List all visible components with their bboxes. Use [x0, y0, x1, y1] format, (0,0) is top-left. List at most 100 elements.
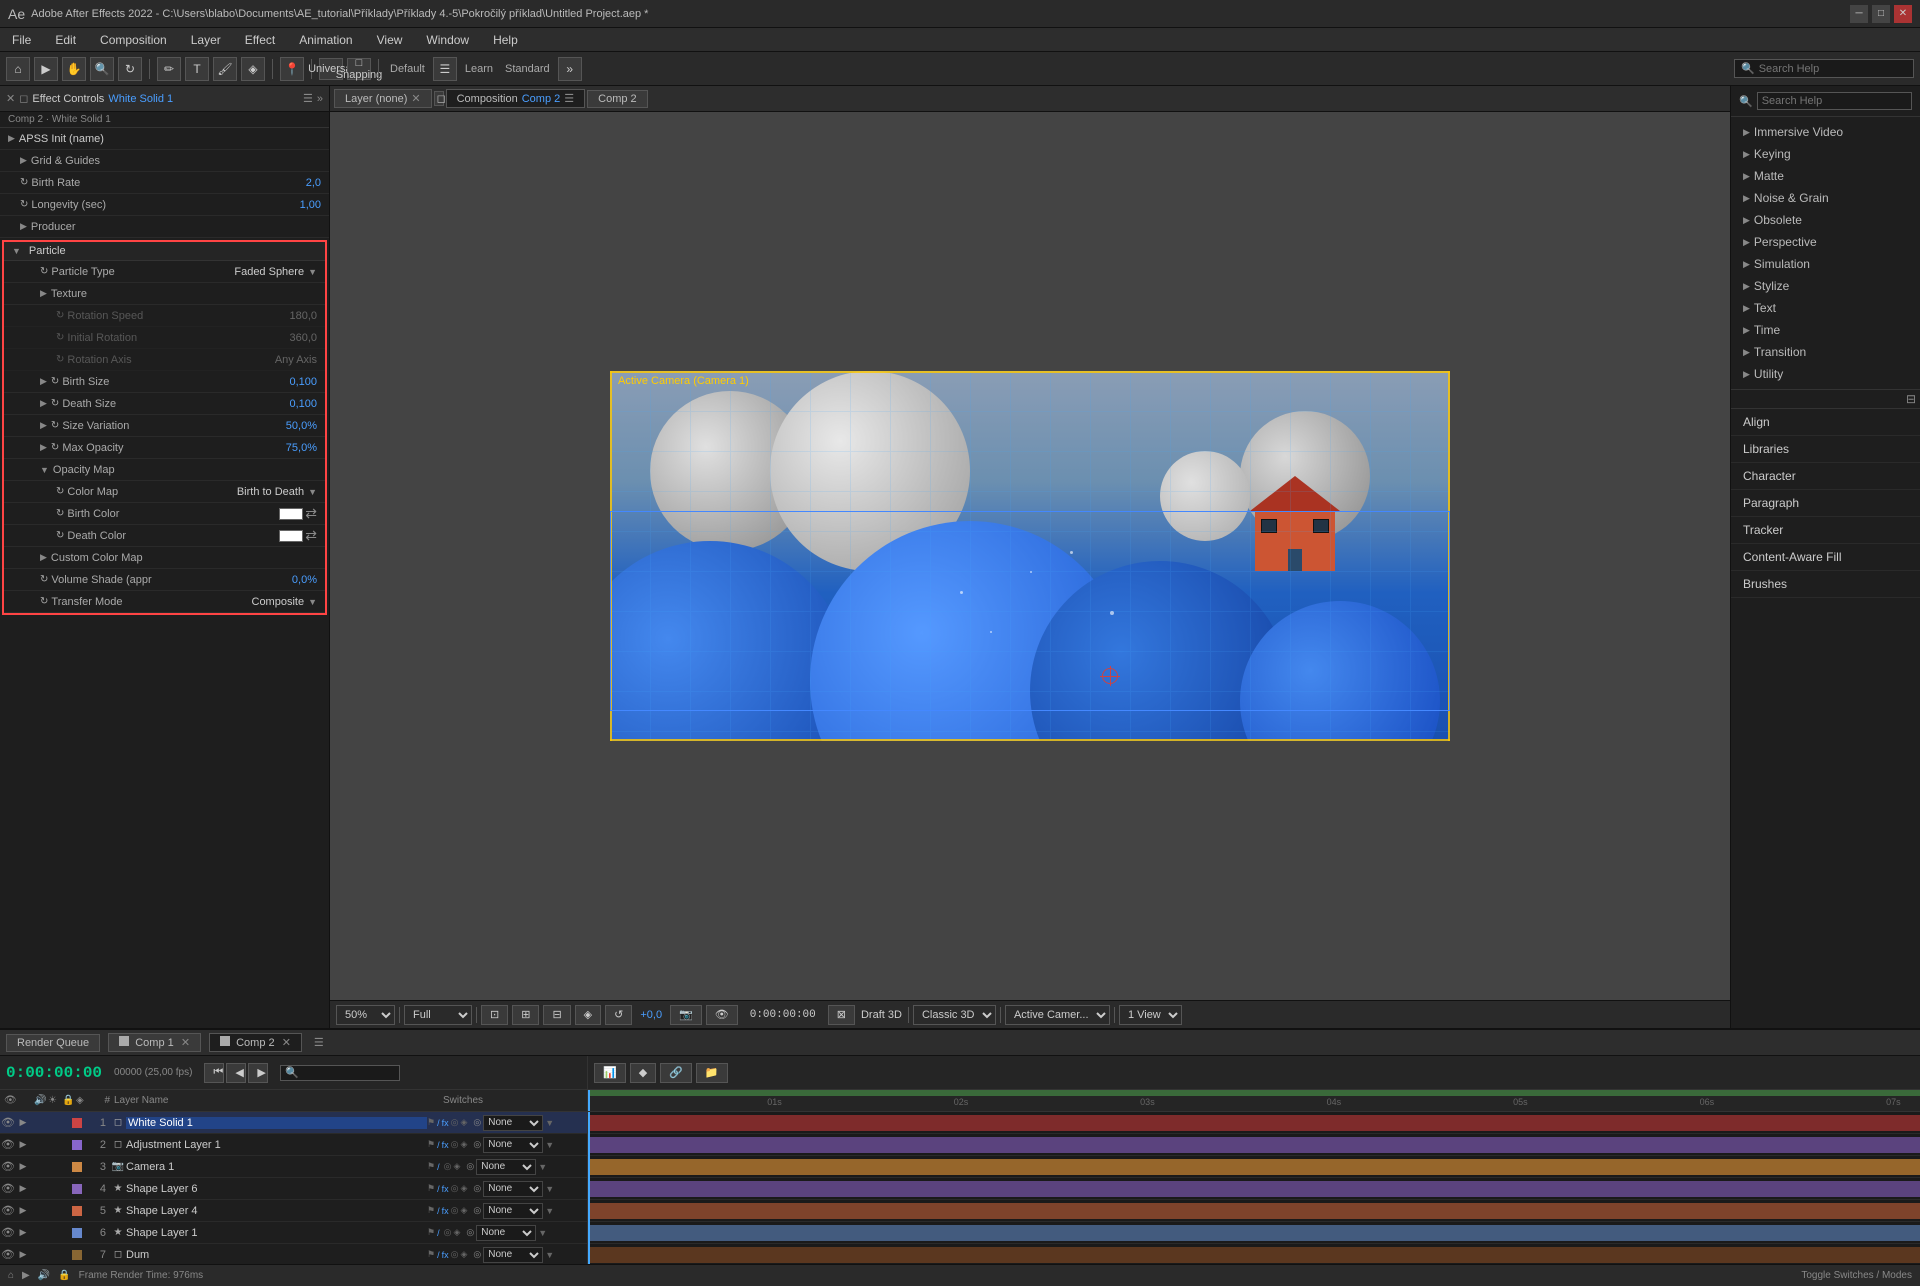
layer-name-1[interactable]: Adjustment Layer 1: [126, 1139, 427, 1151]
layer-row[interactable]: 👁 ▶ 7 ◻ Dum ⚑ / fx ◎ ◈ ◎ None ▼: [0, 1244, 587, 1264]
layer-expand-4[interactable]: ▶: [16, 1205, 30, 1216]
category-utility[interactable]: ▶ Utility: [1731, 363, 1920, 385]
minimize-button[interactable]: ─: [1850, 5, 1868, 23]
toggle-switches-btn[interactable]: Toggle Switches / Modes: [1801, 1270, 1912, 1281]
menu-view[interactable]: View: [373, 31, 407, 49]
layer-tab-close[interactable]: ✕: [411, 92, 420, 105]
tool-zoom[interactable]: 🔍: [90, 57, 114, 81]
layer-row[interactable]: 👁 ▶ 4 ★ Shape Layer 6 ⚑ / fx ◎ ◈ ◎ None …: [0, 1178, 587, 1200]
status-play-btn[interactable]: ▶: [22, 1270, 30, 1281]
menu-layer[interactable]: Layer: [187, 31, 225, 49]
tool-brush[interactable]: 🖌: [213, 57, 237, 81]
workspace-options[interactable]: ☰: [433, 57, 457, 81]
death-color-swatch[interactable]: [279, 530, 303, 542]
views-select[interactable]: 1 View: [1119, 1005, 1182, 1025]
tool-pen[interactable]: ✏: [157, 57, 181, 81]
safe-zones-btn[interactable]: ⊞: [512, 1005, 539, 1025]
sw-3[interactable]: ◎: [451, 1183, 459, 1194]
category-immersive-video[interactable]: ▶ Immersive Video: [1731, 121, 1920, 143]
property-death-size[interactable]: ▶ ↻ Death Size 0,100: [4, 393, 325, 415]
layer-row[interactable]: 👁 ▶ 2 ◻ Adjustment Layer 1 ⚑ / fx ◎ ◈ ◎ …: [0, 1134, 587, 1156]
comp-tab-menu[interactable]: ☰: [564, 92, 574, 105]
layer-name-0[interactable]: White Solid 1: [126, 1117, 427, 1129]
layer-expand-2[interactable]: ▶: [16, 1161, 30, 1172]
panel-expand-icon[interactable]: »: [317, 93, 323, 105]
sw-3[interactable]: ◎: [444, 1227, 452, 1238]
property-opacity-map[interactable]: ▼ Opacity Map: [4, 459, 325, 481]
layer-vis-3[interactable]: 👁: [0, 1182, 16, 1195]
learn-label[interactable]: Learn: [461, 63, 497, 75]
parent-select-0[interactable]: None: [483, 1115, 543, 1131]
timeline-menu[interactable]: ☰: [314, 1036, 324, 1049]
sw-1[interactable]: ⚑: [427, 1205, 435, 1216]
panel-paragraph[interactable]: Paragraph: [1731, 490, 1920, 517]
sw-4[interactable]: ◈: [460, 1117, 467, 1128]
sw-4[interactable]: ◈: [460, 1249, 467, 1260]
sw-arrow[interactable]: ▼: [538, 1228, 547, 1238]
sw-arrow[interactable]: ▼: [538, 1162, 547, 1172]
sw-arrow[interactable]: ▼: [545, 1250, 554, 1260]
tl-search-input[interactable]: [280, 1065, 400, 1081]
sw-arrow[interactable]: ▼: [545, 1140, 554, 1150]
tl-keyframe-btn[interactable]: ◆: [630, 1063, 656, 1083]
birth-color-picker[interactable]: ⇄: [305, 505, 317, 522]
parent-select-1[interactable]: None: [483, 1137, 543, 1153]
layer-name-6[interactable]: Dum: [126, 1249, 427, 1261]
sw-3[interactable]: ◎: [451, 1205, 459, 1216]
sw-3[interactable]: ◎: [451, 1249, 459, 1260]
menu-window[interactable]: Window: [422, 31, 473, 49]
layer-vis-6[interactable]: 👁: [0, 1248, 16, 1261]
menu-composition[interactable]: Composition: [96, 31, 171, 49]
parent-select-6[interactable]: None: [483, 1247, 543, 1263]
sw-4[interactable]: ◈: [460, 1183, 467, 1194]
comp-viewer[interactable]: Active Camera (Camera 1): [330, 112, 1730, 1000]
layer-vis-1[interactable]: 👁: [0, 1138, 16, 1151]
search-input[interactable]: [1759, 63, 1907, 75]
sw-3[interactable]: ◎: [451, 1139, 459, 1150]
category-simulation[interactable]: ▶ Simulation: [1731, 253, 1920, 275]
birth-color-swatch[interactable]: [279, 508, 303, 520]
panel-content-aware-fill[interactable]: Content-Aware Fill: [1731, 544, 1920, 571]
playhead[interactable]: [588, 1090, 590, 1111]
camera-select[interactable]: Active Camer...: [1005, 1005, 1110, 1025]
panel-close-icon[interactable]: ✕: [6, 92, 15, 105]
draft-3d-btn[interactable]: ⊠: [828, 1005, 855, 1025]
menu-file[interactable]: File: [8, 31, 35, 49]
tl-folder-btn[interactable]: 📁: [696, 1063, 728, 1083]
layer-vis-4[interactable]: 👁: [0, 1204, 16, 1217]
layer-name-2[interactable]: Camera 1: [126, 1161, 427, 1173]
sw-3[interactable]: ◎: [444, 1161, 452, 1172]
grid-btn[interactable]: ⊟: [543, 1005, 570, 1025]
layer-row[interactable]: 👁 ▶ 5 ★ Shape Layer 4 ⚑ / fx ◎ ◈ ◎ None …: [0, 1200, 587, 1222]
status-lock-btn[interactable]: 🔒: [58, 1270, 70, 1281]
renderer-select[interactable]: Classic 3D: [913, 1005, 996, 1025]
particle-section-header[interactable]: ▼ Particle: [4, 242, 325, 261]
category-text[interactable]: ▶ Text: [1731, 297, 1920, 319]
snapshot-btn[interactable]: 📷: [670, 1005, 702, 1025]
sw-4[interactable]: ◈: [460, 1139, 467, 1150]
tool-select[interactable]: ▶: [34, 57, 58, 81]
panel-brushes[interactable]: Brushes: [1731, 571, 1920, 598]
category-perspective[interactable]: ▶ Perspective: [1731, 231, 1920, 253]
tl-fwd-btn[interactable]: ▶: [248, 1063, 268, 1083]
comp1-tab[interactable]: Comp 1 ✕: [108, 1033, 201, 1052]
render-queue-tab[interactable]: Render Queue: [6, 1034, 100, 1052]
sw-arrow[interactable]: ▼: [545, 1184, 554, 1194]
tl-time-display[interactable]: 0:00:00:00: [6, 1064, 102, 1082]
tl-bar[interactable]: [588, 1203, 1920, 1219]
tl-bar[interactable]: [588, 1137, 1920, 1153]
tool-snapping[interactable]: □ Snapping: [347, 58, 371, 80]
right-expand-icon[interactable]: ⊟: [1906, 392, 1916, 406]
tool-clone[interactable]: ◈: [241, 57, 265, 81]
layer-row[interactable]: 👁 ▶ 6 ★ Shape Layer 1 ⚑ / ◎ ◈ ◎ None ▼: [0, 1222, 587, 1244]
property-color-map[interactable]: ↻ Color Map Birth to Death ▼: [4, 481, 325, 503]
standard-label[interactable]: Standard: [501, 63, 554, 75]
sw-fx[interactable]: fx: [442, 1250, 449, 1260]
sw-1[interactable]: ⚑: [427, 1227, 435, 1238]
parent-select-5[interactable]: None: [476, 1225, 536, 1241]
layer-expand-6[interactable]: ▶: [16, 1249, 30, 1260]
menu-edit[interactable]: Edit: [51, 31, 80, 49]
property-birth-size[interactable]: ▶ ↻ Birth Size 0,100: [4, 371, 325, 393]
tl-link-btn[interactable]: 🔗: [660, 1063, 692, 1083]
tl-bar[interactable]: [588, 1225, 1920, 1241]
